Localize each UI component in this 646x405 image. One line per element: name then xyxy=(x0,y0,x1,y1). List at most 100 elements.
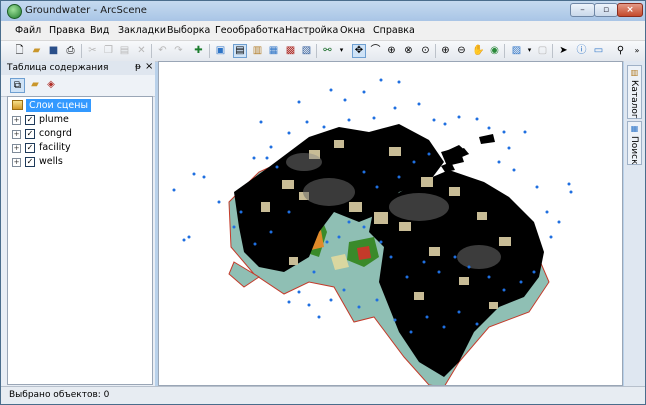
identify-icon[interactable]: ⓘ xyxy=(575,44,588,57)
layer-row-plume[interactable]: + ✓ plume xyxy=(12,114,142,127)
new-document-icon[interactable]: 🗋 xyxy=(13,44,26,57)
zoom-out-icon[interactable]: ⊖ xyxy=(455,44,468,57)
pin-icon[interactable]: ᵽ xyxy=(135,62,141,72)
model-builder-icon[interactable]: ⚯ xyxy=(321,44,334,57)
toolbar-separator xyxy=(552,44,553,58)
layer-visibility-checkbox[interactable]: ✓ xyxy=(25,143,35,153)
toc-header: Таблица содержания ᵽ × xyxy=(1,61,155,75)
dock-side-strip: ▥ Каталог ▦ Поиск xyxy=(624,61,645,386)
expand-icon[interactable]: + xyxy=(12,130,21,139)
layer-row-wells[interactable]: + ✓ wells xyxy=(12,156,142,169)
layer-row-congrd[interactable]: + ✓ congrd xyxy=(12,128,142,141)
facility-block xyxy=(289,257,298,265)
dropdown-arrow-icon[interactable]: ▾ xyxy=(523,44,536,57)
toolbar-separator xyxy=(209,44,210,58)
toolbar-overflow-icon[interactable]: » xyxy=(633,44,641,57)
menu-customize[interactable]: Настройка xyxy=(285,25,338,36)
layer-visibility-checkbox[interactable]: ✓ xyxy=(25,129,35,139)
facility-block xyxy=(499,237,511,246)
toc-toolbar: ⧉ ▰ ◈ xyxy=(1,75,155,97)
arccatalog-icon[interactable]: ▥ xyxy=(251,44,264,57)
navigate-tool-icon[interactable]: ✥ xyxy=(352,44,366,58)
layer-name: congrd xyxy=(39,128,72,139)
plume-haze xyxy=(389,193,449,221)
save-icon[interactable]: ■ xyxy=(47,44,60,57)
paste-icon[interactable]: ▤ xyxy=(118,44,131,57)
dropdown-arrow-icon[interactable]: ▾ xyxy=(335,44,348,57)
redo-icon[interactable]: ↷ xyxy=(172,44,185,57)
menu-view[interactable]: Вид xyxy=(90,25,109,36)
window-title: Groundwater - ArcScene xyxy=(25,5,147,16)
facility-block xyxy=(389,147,401,156)
cut-icon[interactable]: ✂ xyxy=(86,44,99,57)
copy-icon[interactable]: ❐ xyxy=(102,44,115,57)
narrator-icon[interactable]: ▨ xyxy=(510,44,523,57)
plume-volume xyxy=(479,134,495,144)
search-tab[interactable]: ▦ Поиск xyxy=(627,121,642,165)
menu-edit[interactable]: Правка xyxy=(49,25,85,36)
undo-icon[interactable]: ↶ xyxy=(156,44,169,57)
contamination-zone xyxy=(357,246,371,260)
add-data-icon[interactable]: ✚ xyxy=(192,44,205,57)
menu-geoprocessing[interactable]: Геообработка xyxy=(215,25,285,36)
zoom-in-icon[interactable]: ⊕ xyxy=(439,44,452,57)
catalog-icon: ▥ xyxy=(630,68,639,77)
html-popup-icon[interactable]: ▭ xyxy=(592,44,605,57)
facility-block xyxy=(489,302,498,309)
plume-haze xyxy=(303,178,355,206)
delete-icon[interactable]: ✕ xyxy=(135,44,148,57)
zoom-to-target-icon[interactable]: ⊗ xyxy=(402,44,415,57)
layer-row-facility[interactable]: + ✓ facility xyxy=(12,142,142,155)
toc-close-icon[interactable]: × xyxy=(145,61,153,72)
facility-block xyxy=(421,177,433,187)
pan-icon[interactable]: ✋ xyxy=(472,44,485,57)
full-extent-icon[interactable]: ◉ xyxy=(488,44,501,57)
scene-layers-label: Слои сцены xyxy=(26,99,91,112)
layers-icon xyxy=(12,100,23,110)
list-by-visibility-icon[interactable]: ◈ xyxy=(44,78,58,92)
maximize-button[interactable]: ▫ xyxy=(594,3,618,17)
fly-tool-icon[interactable]: ⌒ xyxy=(369,44,382,57)
menu-help[interactable]: Справка xyxy=(373,25,415,36)
expand-icon[interactable]: + xyxy=(12,158,21,167)
menu-bookmarks[interactable]: Закладки xyxy=(118,25,166,36)
print-icon[interactable]: ⎙ xyxy=(64,44,77,57)
menu-windows[interactable]: Окна xyxy=(340,25,365,36)
scene-3d-view[interactable] xyxy=(158,61,623,386)
layer-name: plume xyxy=(39,114,69,125)
find-binoculars-icon[interactable]: ⚲ xyxy=(614,44,627,57)
toolbar-separator xyxy=(151,44,152,58)
facility-block xyxy=(261,202,270,212)
menu-file[interactable]: Файл xyxy=(15,25,41,36)
layer-visibility-checkbox[interactable]: ✓ xyxy=(25,115,35,125)
select-elements-icon[interactable]: ➤ xyxy=(557,44,570,57)
search-window-icon[interactable]: ▦ xyxy=(267,44,280,57)
list-by-drawing-order-icon[interactable]: ⧉ xyxy=(10,78,25,93)
open-folder-icon[interactable]: ▰ xyxy=(30,44,43,57)
table-of-contents-icon[interactable]: ▤ xyxy=(233,44,247,58)
set-observer-icon[interactable]: ⊙ xyxy=(419,44,432,57)
clear-selection-icon[interactable]: ▢ xyxy=(536,44,549,57)
expand-icon[interactable]: + xyxy=(12,116,21,125)
plume-haze xyxy=(457,245,501,269)
layer-visibility-checkbox[interactable]: ✓ xyxy=(25,157,35,167)
python-window-icon[interactable]: ▧ xyxy=(300,44,313,57)
facility-block xyxy=(374,212,388,224)
close-button[interactable]: × xyxy=(617,3,643,17)
scene-render[interactable] xyxy=(159,62,622,385)
search-icon: ▦ xyxy=(630,124,639,133)
arcscene-window: Groundwater - ArcScene – ▫ × Файл Правка… xyxy=(0,0,646,405)
selected-features-count: Выбрано объектов: 0 xyxy=(9,390,110,400)
expand-icon[interactable]: + xyxy=(12,144,21,153)
title-bar: Groundwater - ArcScene – ▫ × xyxy=(1,1,645,21)
list-by-source-icon[interactable]: ▰ xyxy=(28,78,42,92)
facility-block xyxy=(349,202,362,212)
scene-properties-icon[interactable]: ▣ xyxy=(214,44,227,57)
arctoolbox-icon[interactable]: ▩ xyxy=(284,44,297,57)
catalog-tab[interactable]: ▥ Каталог xyxy=(627,65,642,119)
target-center-icon[interactable]: ⊕ xyxy=(385,44,398,57)
toolbar-separator xyxy=(504,44,505,58)
minimize-button[interactable]: – xyxy=(570,3,595,17)
menu-selection[interactable]: Выборка xyxy=(167,25,210,36)
search-tab-label: Поиск xyxy=(629,136,639,165)
